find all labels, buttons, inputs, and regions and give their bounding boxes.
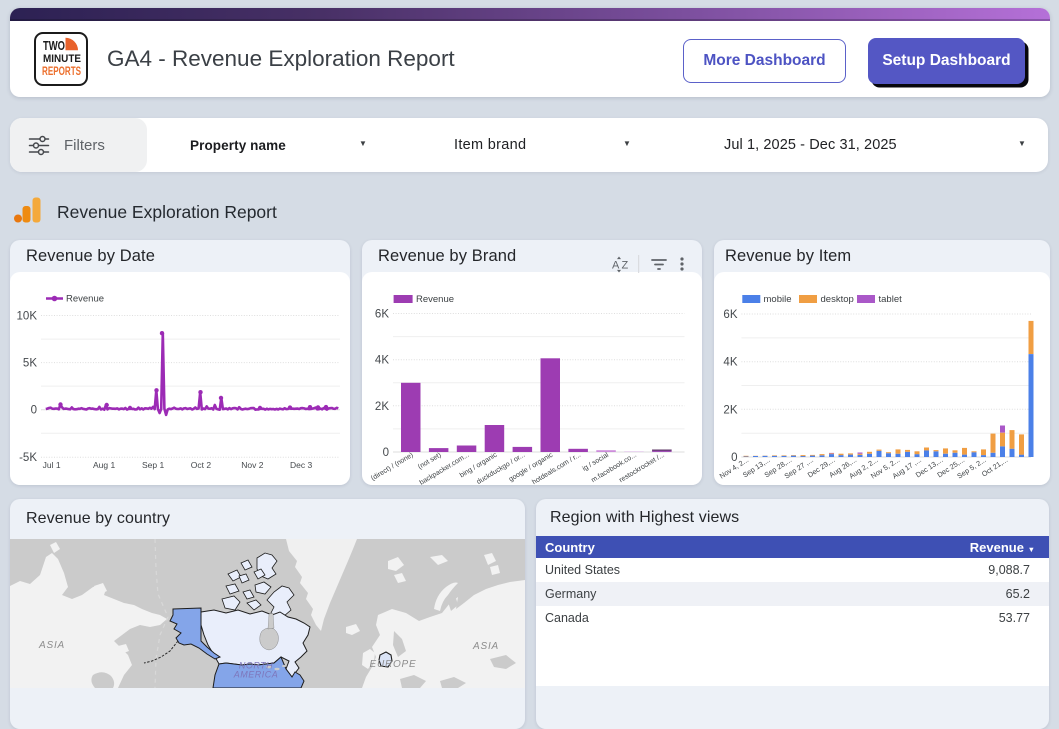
svg-text:ASIA: ASIA — [472, 641, 499, 652]
svg-text:Dec 3: Dec 3 — [290, 460, 312, 470]
svg-text:0: 0 — [383, 447, 389, 459]
svg-text:backpacker.com...: backpacker.com... — [419, 452, 471, 485]
svg-text:5K: 5K — [23, 358, 37, 370]
svg-text:0: 0 — [31, 405, 37, 417]
svg-text:6K: 6K — [723, 309, 737, 321]
svg-text:duckduckgo / or...: duckduckgo / or... — [476, 452, 527, 485]
svg-text:tablet: tablet — [879, 294, 903, 305]
svg-text:4K: 4K — [375, 355, 389, 367]
svg-text:(direct) / (none): (direct) / (none) — [370, 452, 415, 483]
svg-text:Revenue: Revenue — [66, 294, 104, 305]
svg-text:ASIA: ASIA — [38, 640, 65, 651]
svg-text:REPORTS: REPORTS — [42, 66, 81, 78]
svg-text:Sep 1: Sep 1 — [142, 460, 164, 470]
svg-text:desktop: desktop — [821, 294, 854, 305]
svg-text:10K: 10K — [17, 311, 38, 323]
svg-text:Aug 1: Aug 1 — [93, 460, 115, 470]
svg-text:Z: Z — [622, 260, 629, 272]
svg-text:2K: 2K — [723, 404, 737, 416]
svg-text:EUROPE: EUROPE — [369, 659, 416, 670]
svg-text:2K: 2K — [375, 401, 389, 413]
svg-text:Revenue: Revenue — [416, 294, 454, 305]
svg-text:Jul 1: Jul 1 — [43, 460, 61, 470]
svg-text:Nov 2: Nov 2 — [241, 460, 263, 470]
svg-text:TWO: TWO — [43, 39, 65, 53]
svg-text:A: A — [612, 260, 620, 272]
svg-text:mobile: mobile — [764, 294, 792, 305]
svg-text:hotdeals.com / r...: hotdeals.com / r... — [531, 452, 582, 485]
svg-text:6K: 6K — [375, 309, 389, 321]
svg-text:MINUTE: MINUTE — [43, 53, 81, 65]
svg-text:-5K: -5K — [19, 452, 37, 464]
svg-text:4K: 4K — [723, 357, 737, 369]
svg-text:Oct 2: Oct 2 — [191, 460, 212, 470]
svg-text:AMERICA: AMERICA — [233, 670, 279, 680]
